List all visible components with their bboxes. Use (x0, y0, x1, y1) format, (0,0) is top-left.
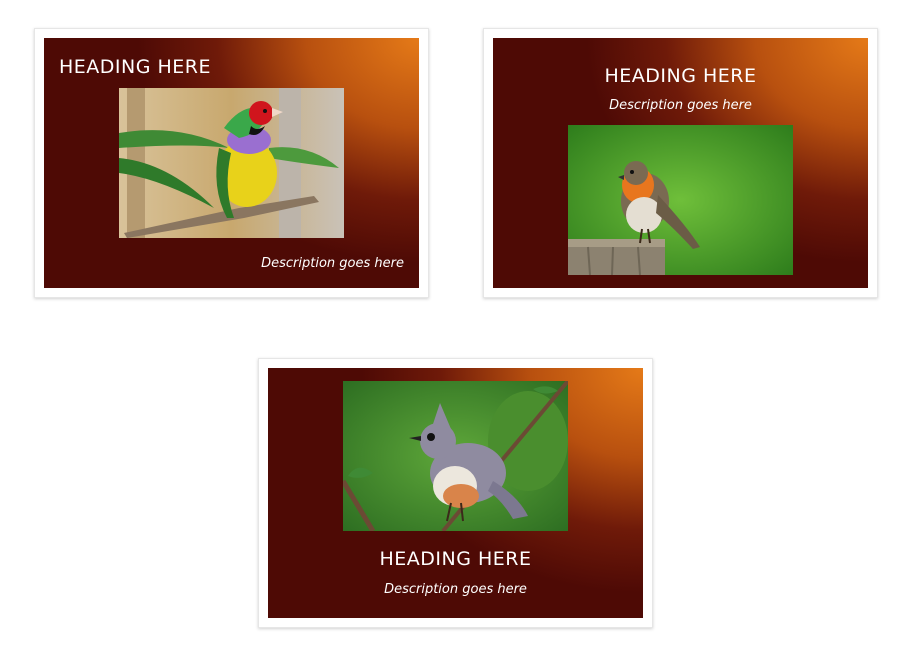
card-2-panel: HEADING HERE Description goes here (493, 38, 868, 288)
gouldian-finch-photo (119, 88, 344, 238)
card-3[interactable]: HEADING HERE Description goes here (258, 358, 653, 628)
titmouse-photo (343, 381, 568, 531)
card-1[interactable]: HEADING HERE Description goes here (34, 28, 429, 298)
card-3-heading: HEADING HERE (379, 548, 532, 570)
card-1-panel: HEADING HERE Description goes here (44, 38, 419, 288)
card-2-heading: HEADING HERE (604, 65, 757, 87)
card-1-heading: HEADING HERE (59, 56, 211, 78)
card-2[interactable]: HEADING HERE Description goes here (483, 28, 878, 298)
card-3-panel: HEADING HERE Description goes here (268, 368, 643, 618)
card-3-description: Description goes here (384, 582, 527, 597)
card-1-description: Description goes here (261, 256, 404, 271)
card-2-description: Description goes here (609, 98, 752, 113)
robin-photo (568, 125, 793, 275)
